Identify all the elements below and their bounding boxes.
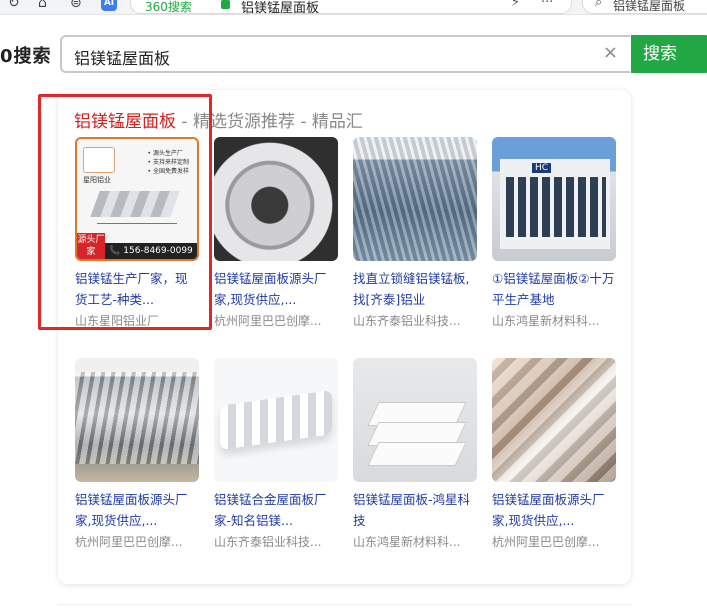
product-title[interactable]: 找直立锁缝铝镁锰板,找[齐泰]铝业 [353, 268, 477, 310]
product-title[interactable]: 铝镁锰屋面板源头厂家,现货供应,... [75, 489, 199, 531]
product-source[interactable]: 山东鸿星新材料科... [353, 533, 477, 550]
site-tag: 360搜索 [145, 0, 192, 14]
product-source[interactable]: 杭州阿里巴巴创摩... [214, 312, 338, 329]
building-windows [506, 177, 606, 237]
search-icon: ⌕ [595, 0, 603, 10]
annotation-highlight-box [38, 94, 212, 330]
address-bar[interactable]: 360搜索 铝镁锰屋面板 ⚡ ··· [130, 0, 572, 14]
more-icon[interactable]: ··· [541, 0, 553, 10]
product-thumbnail[interactable] [214, 358, 338, 482]
product-title[interactable]: 铝镁锰屋面板源头厂家,现货供应,... [492, 489, 616, 531]
browser-toolbar: ↻ ⌂ ⊜ AI 360搜索 铝镁锰屋面板 ⚡ ··· ⌕ 铝镁锰屋面板 [0, 0, 707, 15]
product-thumbnail[interactable] [353, 358, 477, 482]
product-source[interactable]: 杭州阿里巴巴创摩... [75, 533, 199, 550]
product-title[interactable]: 铝镁锰合金屋面板厂家-知名铝镁... [214, 489, 338, 531]
product-item[interactable]: 铝镁锰合金屋面板厂家-知名铝镁... 山东齐泰铝业科技... [214, 358, 338, 550]
product-item[interactable]: 铝镁锰屋面板源头厂家,现货供应,... 杭州阿里巴巴创摩... [214, 137, 338, 329]
address-text[interactable]: 铝镁锰屋面板 [241, 0, 319, 14]
product-source[interactable]: 山东鸿星新材料科... [492, 312, 616, 329]
search-input[interactable]: 铝镁锰屋面板 × [60, 35, 630, 73]
product-item[interactable]: 铝镁锰屋面板源头厂家,现货供应,... 杭州阿里巴巴创摩... [75, 358, 199, 550]
product-source[interactable]: 杭州阿里巴巴创摩... [492, 533, 616, 550]
product-thumbnail[interactable]: HC [492, 137, 616, 261]
sandwich-panel [367, 442, 467, 466]
browser-search-text: 铝镁锰屋面板 [613, 0, 686, 13]
product-thumbnail[interactable] [214, 137, 338, 261]
search-query[interactable]: 铝镁锰屋面板 [74, 45, 170, 69]
secure-icon [221, 0, 230, 9]
metal-bars-texture [75, 372, 199, 464]
extension-icon[interactable]: ⊜ [70, 0, 82, 12]
product-item[interactable]: 铝镁锰屋面板-鸿星科技 山东鸿星新材料科... [353, 358, 477, 550]
divider [58, 604, 631, 605]
metal-sheet-texture [492, 358, 616, 482]
corrugated-panel [220, 390, 332, 450]
product-source[interactable]: 山东齐泰铝业科技... [353, 312, 477, 329]
product-item[interactable]: HC ①铝镁锰屋面板②十万平生产基地 山东鸿星新材料科... [492, 137, 616, 329]
clear-icon[interactable]: × [603, 42, 618, 63]
product-thumbnail[interactable] [492, 358, 616, 482]
product-thumbnail[interactable] [353, 137, 477, 261]
lightning-icon[interactable]: ⚡ [511, 0, 520, 10]
refresh-icon[interactable]: ↻ [8, 0, 20, 12]
product-title[interactable]: 铝镁锰屋面板-鸿星科技 [353, 489, 477, 531]
product-title[interactable]: ①铝镁锰屋面板②十万平生产基地 [492, 268, 616, 310]
ai-assistant-icon[interactable]: AI [101, 0, 117, 11]
product-item[interactable]: 铝镁锰屋面板源头厂家,现货供应,... 杭州阿里巴巴创摩... [492, 358, 616, 550]
search-button[interactable]: 搜索 [631, 35, 707, 73]
product-item[interactable]: 找直立锁缝铝镁锰板,找[齐泰]铝业 山东齐泰铝业科技... [353, 137, 477, 329]
site-logo[interactable]: 0搜索 [0, 42, 52, 68]
product-source[interactable]: 山东齐泰铝业科技... [214, 533, 338, 550]
browser-search-box[interactable]: ⌕ 铝镁锰屋面板 [582, 0, 707, 14]
home-icon[interactable]: ⌂ [38, 0, 47, 12]
roof-texture [353, 137, 477, 261]
product-thumbnail[interactable] [75, 358, 199, 482]
building-sign: HC [532, 163, 552, 173]
product-title[interactable]: 铝镁锰屋面板源头厂家,现货供应,... [214, 268, 338, 310]
